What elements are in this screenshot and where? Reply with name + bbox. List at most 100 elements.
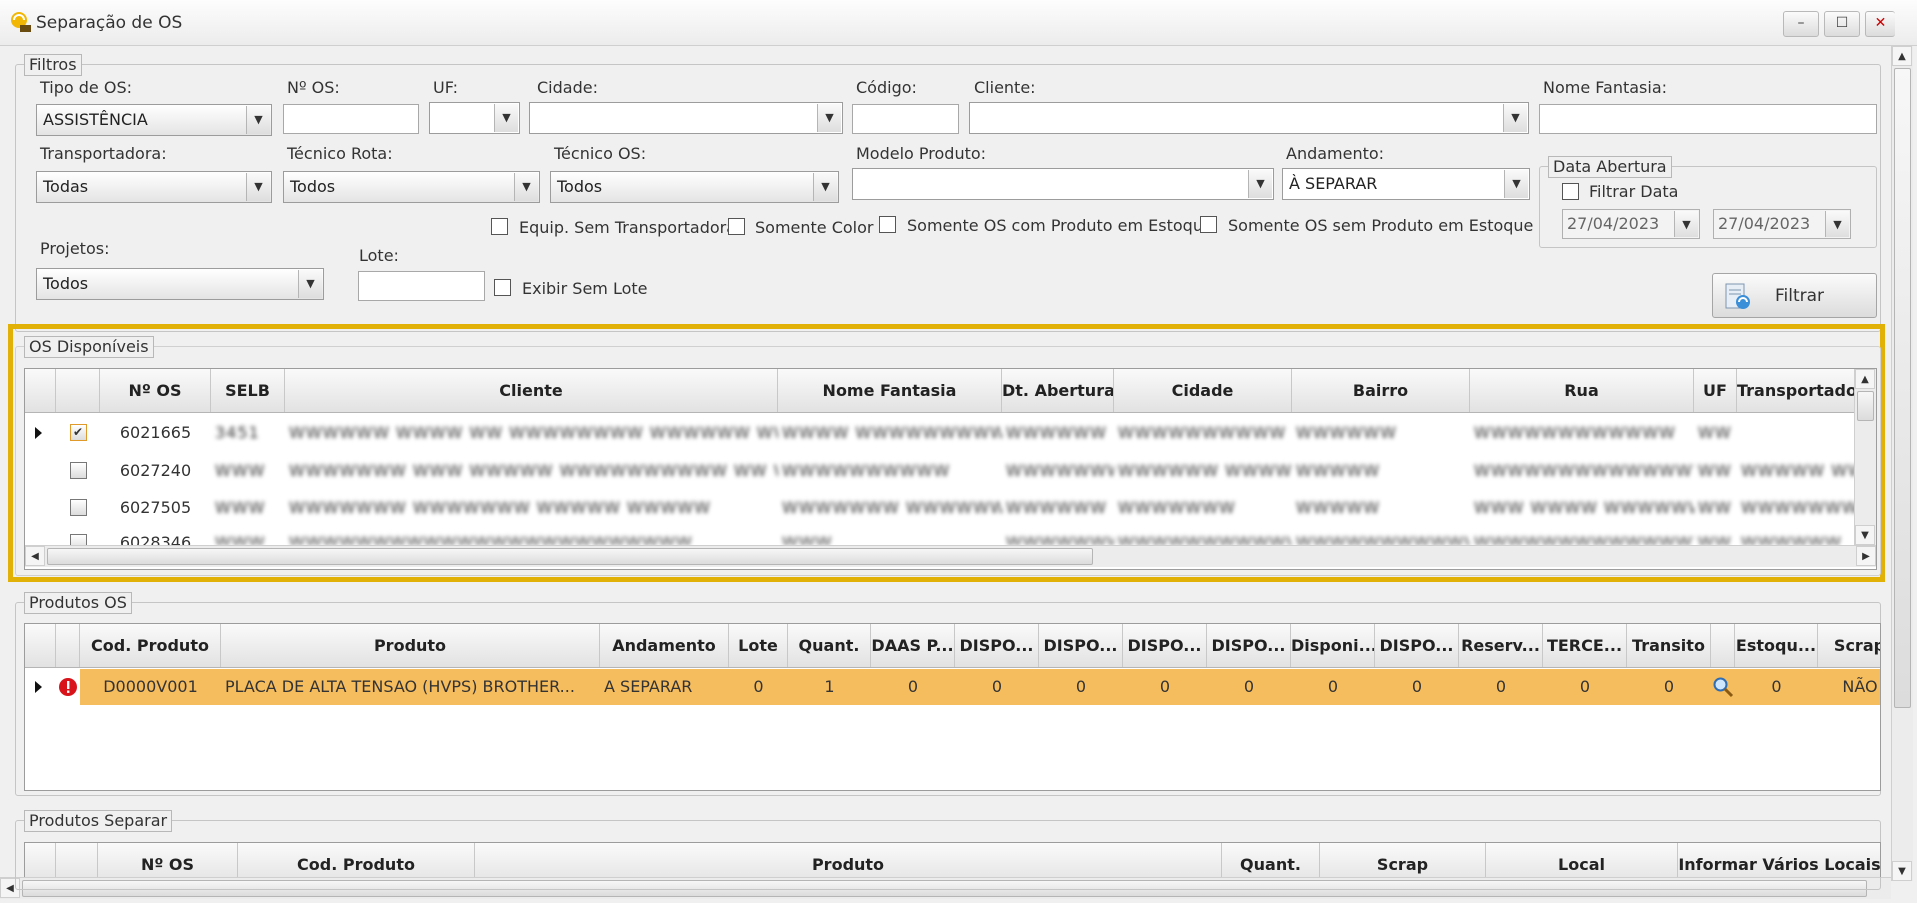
- col-dispo-2[interactable]: DISPO...: [1039, 624, 1123, 667]
- nome-fantasia-input[interactable]: [1539, 104, 1877, 134]
- col-produto[interactable]: Produto: [221, 624, 600, 667]
- codigo-input[interactable]: [852, 104, 959, 134]
- equip-sem-transportadora-checkbox[interactable]: [491, 218, 508, 235]
- tecnico-os-select[interactable]: Todos ▼: [550, 171, 839, 203]
- col-estoque[interactable]: Estoqu...: [1735, 624, 1818, 667]
- col-daas[interactable]: DAAS P...: [871, 624, 955, 667]
- col-cod-produto[interactable]: Cod. Produto: [238, 843, 475, 877]
- andamento-select[interactable]: À SEPARAR ▼: [1282, 168, 1530, 200]
- col-bairro[interactable]: Bairro: [1292, 369, 1470, 412]
- filtrar-data-checkbox[interactable]: [1562, 183, 1579, 200]
- minimize-button[interactable]: –: [1783, 11, 1819, 37]
- col-rua[interactable]: Rua: [1470, 369, 1694, 412]
- chevron-down-icon[interactable]: ▼: [1503, 104, 1527, 132]
- scroll-up-icon[interactable]: ▲: [1892, 46, 1912, 66]
- scroll-down-icon[interactable]: ▼: [1892, 861, 1912, 881]
- cliente-select[interactable]: ▼: [969, 102, 1529, 134]
- chevron-down-icon[interactable]: ▼: [246, 173, 270, 201]
- os-grid-horizontal-scrollbar[interactable]: ◀ ▶: [25, 545, 1876, 567]
- tecnico-rota-select[interactable]: Todos ▼: [283, 171, 540, 203]
- data-ate-picker[interactable]: 27/04/2023 ▼: [1713, 209, 1851, 239]
- magnifier-icon[interactable]: [1712, 676, 1734, 698]
- chevron-down-icon[interactable]: ▼: [1504, 170, 1528, 198]
- select-header-cell[interactable]: [56, 369, 100, 412]
- scroll-right-icon[interactable]: ▶: [1856, 546, 1876, 566]
- col-transito[interactable]: Transito: [1627, 624, 1711, 667]
- col-nome-fantasia[interactable]: Nome Fantasia: [778, 369, 1002, 412]
- maximize-button[interactable]: ☐: [1824, 11, 1860, 37]
- col-selb[interactable]: SELB: [211, 369, 285, 412]
- col-lote[interactable]: Lote: [729, 624, 788, 667]
- col-quant[interactable]: Quant.: [1222, 843, 1320, 877]
- checkbox-icon[interactable]: [69, 534, 87, 545]
- somente-com-estoque-checkbox[interactable]: [879, 216, 896, 233]
- table-row[interactable]: 6027505 WWW WWWWWWW WWWWWWW WWWWW WWWWW …: [25, 490, 1857, 526]
- modelo-produto-select[interactable]: ▼: [852, 168, 1274, 200]
- col-andamento[interactable]: Andamento: [600, 624, 729, 667]
- table-row[interactable]: ✔ 6021665 3451 WWWWWW WWWW WW WWWWWWWW W…: [25, 415, 1857, 451]
- tipo-os-select[interactable]: ASSISTÊNCIA ▼: [36, 104, 272, 136]
- scroll-left-icon[interactable]: ◀: [25, 546, 45, 566]
- os-grid-vertical-scrollbar[interactable]: ▲ ▼: [1854, 369, 1876, 545]
- transportadora-select[interactable]: Todas ▼: [36, 171, 272, 203]
- close-button[interactable]: ✕: [1865, 11, 1895, 37]
- row-select-cell[interactable]: ✔: [56, 415, 100, 451]
- chevron-down-icon[interactable]: ▼: [817, 104, 841, 132]
- chevron-down-icon[interactable]: ▼: [1248, 170, 1272, 198]
- col-cod-produto[interactable]: Cod. Produto: [80, 624, 221, 667]
- col-scrap[interactable]: Scrap: [1818, 624, 1880, 667]
- table-row[interactable]: 6028346 WWW WWWWWWWWWWWWWWWWWWWWWWWW WWW…: [25, 525, 1857, 545]
- col-dt-abertura[interactable]: Dt. Abertura: [1002, 369, 1114, 412]
- col-quant[interactable]: Quant.: [788, 624, 871, 667]
- col-informar-varios-locais[interactable]: Informar Vários Locais: [1678, 843, 1880, 877]
- calendar-dropdown-icon[interactable]: ▼: [1674, 211, 1698, 237]
- row-select-cell[interactable]: [56, 453, 100, 489]
- chevron-down-icon[interactable]: ▼: [514, 173, 538, 201]
- col-dispo-3[interactable]: DISPO...: [1123, 624, 1207, 667]
- col-reserv[interactable]: Reserv...: [1459, 624, 1543, 667]
- cidade-select[interactable]: ▼: [529, 102, 843, 134]
- window-vertical-scrollbar[interactable]: ▲ ▼: [1891, 46, 1913, 881]
- col-n-os[interactable]: Nº OS: [100, 369, 211, 412]
- scroll-thumb[interactable]: [1857, 391, 1874, 421]
- col-dispo-1[interactable]: DISPO...: [955, 624, 1039, 667]
- col-dispo-4[interactable]: DISPO...: [1207, 624, 1291, 667]
- h-scroll-thumb[interactable]: [47, 548, 1093, 565]
- col-dispo-5[interactable]: DISPO...: [1375, 624, 1459, 667]
- row-select-cell[interactable]: [56, 525, 100, 545]
- lote-input[interactable]: [358, 271, 485, 301]
- chevron-down-icon[interactable]: ▼: [813, 173, 837, 201]
- col-transportadora[interactable]: Transportadora: [1737, 369, 1857, 412]
- data-de-picker[interactable]: 27/04/2023 ▼: [1562, 209, 1700, 239]
- col-uf[interactable]: UF: [1694, 369, 1737, 412]
- table-row[interactable]: 6027240 WWW WWWWWWW WWW WWWWW WWWWWWWWWW…: [25, 453, 1857, 489]
- chevron-down-icon[interactable]: ▼: [298, 270, 322, 298]
- col-terce[interactable]: TERCE...: [1543, 624, 1627, 667]
- exibir-sem-lote-checkbox[interactable]: [494, 279, 511, 296]
- projetos-select[interactable]: Todos ▼: [36, 268, 324, 300]
- chevron-down-icon[interactable]: ▼: [246, 106, 270, 134]
- calendar-dropdown-icon[interactable]: ▼: [1825, 211, 1849, 237]
- col-produto[interactable]: Produto: [475, 843, 1222, 877]
- chevron-down-icon[interactable]: ▼: [494, 104, 518, 132]
- col-scrap[interactable]: Scrap: [1320, 843, 1486, 877]
- somente-color-checkbox[interactable]: [728, 218, 745, 235]
- row-select-cell[interactable]: [56, 490, 100, 526]
- col-local[interactable]: Local: [1486, 843, 1678, 877]
- cell-lookup[interactable]: [1711, 669, 1735, 705]
- col-n-os[interactable]: Nº OS: [98, 843, 238, 877]
- scroll-thumb[interactable]: [1894, 68, 1911, 708]
- checkbox-icon[interactable]: [69, 462, 87, 479]
- col-disponi[interactable]: Disponi...: [1291, 624, 1375, 667]
- scroll-up-icon[interactable]: ▲: [1855, 369, 1875, 389]
- checkbox-icon[interactable]: [69, 499, 87, 516]
- scroll-down-icon[interactable]: ▼: [1855, 525, 1875, 545]
- table-row[interactable]: D0000V001 PLACA DE ALTA TENSAO (HVPS) BR…: [25, 669, 1880, 705]
- n-os-input[interactable]: [283, 104, 419, 134]
- checked-icon[interactable]: ✔: [69, 424, 87, 441]
- col-cidade[interactable]: Cidade: [1114, 369, 1292, 412]
- somente-sem-estoque-checkbox[interactable]: [1200, 216, 1217, 233]
- filtrar-button[interactable]: Filtrar: [1712, 273, 1877, 318]
- uf-select[interactable]: ▼: [429, 102, 520, 134]
- col-cliente[interactable]: Cliente: [285, 369, 778, 412]
